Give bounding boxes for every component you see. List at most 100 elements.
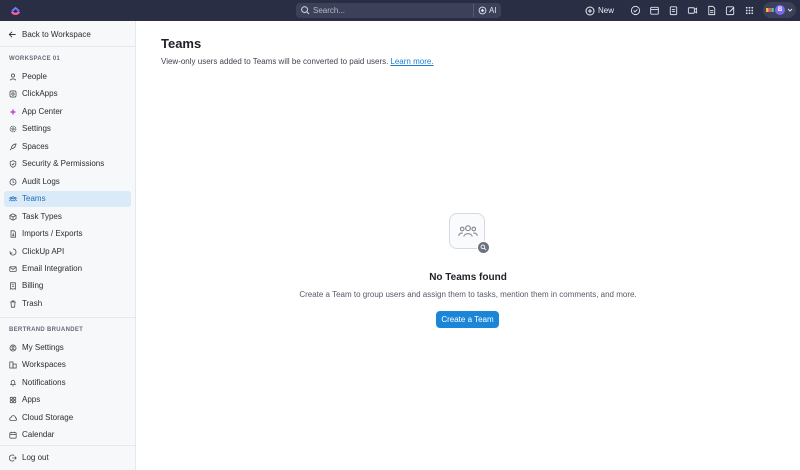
chevron-down-icon [787,8,793,12]
user-section-header: BERTRAND BRUANDET [9,327,84,333]
billing-icon [10,282,16,290]
sidebar-item-label: Task Types [22,212,62,221]
api-icon [9,248,17,256]
sidebar-divider [0,46,135,47]
plus-circle-icon [585,6,595,15]
sidebar-item-label: Email Integration [22,264,83,273]
grid-icon[interactable] [744,5,755,16]
box-icon [9,213,17,221]
sidebar-divider [0,317,135,318]
clipboard-icon[interactable] [668,5,679,16]
calendar-icon[interactable] [649,5,660,16]
sidebar-item-billing[interactable]: Billing [4,278,131,294]
sidebar-item-label: App Center [22,107,63,116]
gear-icon [9,125,17,133]
sidebar-item-label: Trash [22,299,43,308]
learn-more-link[interactable]: Learn more. [390,57,433,66]
user-settings-icon [9,344,17,352]
sidebar-item-label: Security & Permissions [22,159,105,168]
app-center-icon [9,108,17,116]
sidebar-item-security[interactable]: Security & Permissions [4,156,131,172]
sidebar-item-label: Spaces [22,142,49,151]
sidebar-item-spaces[interactable]: Spaces [4,139,131,155]
arrow-left-icon [8,30,16,38]
video-icon[interactable] [687,5,698,16]
subtitle-text: View-only users added to Teams will be c… [161,57,389,66]
search-bar[interactable]: Search... AI [296,3,501,18]
sidebar-item-apps[interactable]: Apps [4,392,131,408]
sidebar-item-audit-logs[interactable]: Audit Logs [4,174,131,190]
logout-icon [9,454,17,462]
sidebar-item-clickapps[interactable]: ClickApps [4,86,131,102]
apps-icon [9,396,17,404]
sidebar-item-label: Billing [22,281,44,290]
sidebar-item-notifications[interactable]: Notifications [4,375,131,391]
sidebar-item-people[interactable]: People [4,69,131,85]
shield-icon [9,160,17,168]
avatar: B [775,5,785,15]
teams-icon [9,196,17,202]
sidebar-item-label: Settings [22,124,51,133]
sidebar-item-email-integration[interactable]: Email Integration [4,261,131,277]
trash-icon [10,300,16,308]
import-icon [10,230,16,238]
sidebar-divider [0,445,135,446]
workspace-section-header: WORKSPACE 01 [9,56,61,62]
sidebar-item-label: Notifications [22,378,66,387]
sidebar-item-label: My Settings [22,343,64,352]
search-placeholder: Search... [313,6,346,15]
ai-button[interactable]: AI [473,4,499,17]
back-label: Back to Workspace [22,29,91,39]
back-to-workspace-link[interactable]: Back to Workspace [8,27,91,41]
new-label: New [598,6,615,15]
sidebar-item-calendar[interactable]: Calendar [4,427,131,443]
search-badge [477,241,490,254]
sidebar-item-label: ClickApps [22,89,58,98]
top-bar: Search... AI New B [0,0,800,21]
edit-icon[interactable] [725,5,736,16]
sidebar-item-task-types[interactable]: Task Types [4,209,131,225]
empty-state-title: No Teams found [429,272,507,283]
sidebar-item-teams[interactable]: Teams [4,191,131,207]
sidebar: Back to Workspace WORKSPACE 01 People Cl… [0,21,136,470]
sidebar-item-label: Apps [22,395,41,404]
calendar-icon [9,431,17,439]
sidebar-item-workspaces[interactable]: Workspaces [4,357,131,373]
sidebar-item-settings[interactable]: Settings [4,121,131,137]
clickup-logo-icon[interactable] [9,4,22,17]
rocket-icon [9,143,17,151]
workspaces-icon [9,361,17,369]
sidebar-item-trash[interactable]: Trash [4,296,131,312]
new-button[interactable]: New [585,4,614,17]
empty-state-description: Create a Team to group users and assign … [299,290,637,299]
mail-icon [9,266,17,272]
page-title: Teams [161,36,202,51]
main-content: Teams View-only users added to Teams wil… [136,21,800,470]
sidebar-item-label: Cloud Storage [22,413,74,422]
sidebar-item-my-settings[interactable]: My Settings [4,340,131,356]
ai-label: AI [489,6,497,15]
sidebar-item-clickup-api[interactable]: ClickUp API [4,244,131,260]
create-team-button[interactable]: Create a Team [436,311,499,328]
cloud-icon [9,415,17,421]
workspace-badge-icon [766,8,774,12]
check-circle-icon[interactable] [630,5,641,16]
bell-icon [10,379,16,387]
document-icon[interactable] [706,5,717,16]
teams-icon [458,225,478,237]
sidebar-item-label: Teams [22,194,46,203]
logout-label: Log out [22,453,49,462]
empty-state-illustration [449,213,490,254]
sidebar-item-cloud-storage[interactable]: Cloud Storage [4,410,131,426]
user-menu[interactable]: B [763,2,796,18]
sidebar-item-imports-exports[interactable]: Imports / Exports [4,226,131,242]
page-subtitle: View-only users added to Teams will be c… [161,57,434,66]
search-icon [301,6,310,15]
ai-icon [478,6,487,15]
logout-button[interactable]: Log out [4,450,131,466]
sidebar-item-label: Imports / Exports [22,229,83,238]
sidebar-item-label: People [22,72,47,81]
sidebar-item-app-center[interactable]: App Center [4,104,131,120]
sidebar-item-label: Audit Logs [22,177,60,186]
sidebar-item-label: ClickUp API [22,247,65,256]
